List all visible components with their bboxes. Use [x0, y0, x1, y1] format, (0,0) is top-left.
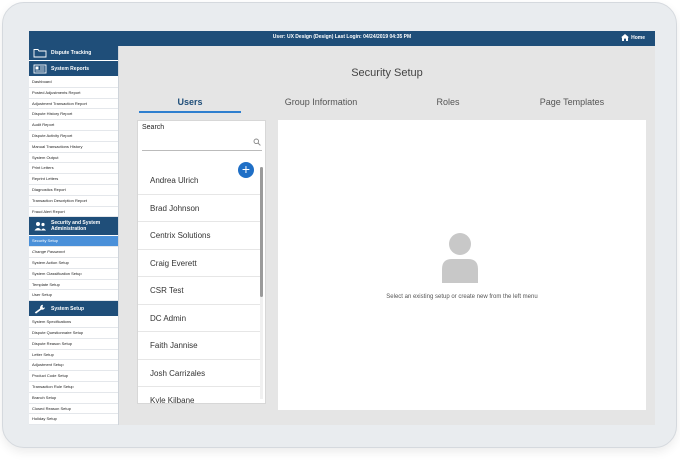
sidebar-item-system-classification-setup[interactable]: System Classification Setup [29, 269, 118, 280]
sidebar: Dispute Tracking System Reports Dashboar… [29, 46, 119, 425]
section-title: Security and System Administration [51, 220, 101, 233]
sidebar-item-posted-adjustments-report[interactable]: Posted Adjustments Report [29, 88, 118, 99]
sidebar-item-adjustment-transaction-report[interactable]: Adjustment Transaction Report [29, 99, 118, 110]
list-item[interactable]: Craig Everett [138, 250, 261, 277]
list-item[interactable]: Josh Carrizales [138, 360, 261, 387]
home-link[interactable]: Home [621, 34, 645, 41]
users-icon [33, 221, 47, 231]
sidebar-item-reprint-letters[interactable]: Reprint Letters [29, 174, 118, 185]
add-user-button[interactable]: + [238, 162, 254, 178]
sidebar-item-fraud-alert-report[interactable]: Fraud Alert Report [29, 207, 118, 218]
list-item[interactable]: CSR Test [138, 277, 261, 305]
sidebar-section-security-admin[interactable]: Security and System Administration [29, 217, 118, 237]
empty-state-message: Select an existing setup or create new f… [386, 294, 538, 300]
sidebar-item-letter-setup[interactable]: Letter Setup [29, 350, 118, 361]
sidebar-item-transaction-description-report[interactable]: Transaction Description Report [29, 196, 118, 207]
sidebar-item-template-setup[interactable]: Template Setup [29, 280, 118, 291]
main-content: Security Setup Users Group Information R… [119, 46, 655, 425]
search-input[interactable] [142, 135, 262, 151]
sidebar-item-user-setup[interactable]: User Setup [29, 290, 118, 302]
sidebar-item-system-action-setup[interactable]: System Action Setup [29, 258, 118, 269]
list-item[interactable]: Kyle Kilbane [138, 387, 261, 403]
tab-users[interactable]: Users [139, 97, 241, 113]
user-list-panel: Search Andrea Ulrich Brad Johnson Centri… [137, 120, 266, 404]
sidebar-item-branch-setup[interactable]: Branch Setup [29, 393, 118, 404]
home-label: Home [631, 34, 645, 41]
tab-group-information[interactable]: Group Information [270, 97, 372, 113]
section-title: System Reports [51, 65, 90, 72]
sidebar-item-change-password[interactable]: Change Password [29, 247, 118, 258]
report-icon [33, 64, 47, 74]
section-title: System Setup [51, 305, 85, 312]
sidebar-item-dispute-questionnaire-setup[interactable]: Dispute Questionnaire Setup [29, 328, 118, 339]
sidebar-section-system-reports[interactable]: System Reports [29, 61, 118, 77]
tab-page-templates[interactable]: Page Templates [521, 97, 623, 113]
sidebar-item-system-specifications[interactable]: System Specifications [29, 317, 118, 328]
tab-bar: Users Group Information Roles Page Templ… [139, 97, 635, 113]
search-icon[interactable] [253, 138, 261, 146]
sidebar-item-dispute-activity-report[interactable]: Dispute Activity Report [29, 131, 118, 142]
device-frame: User: UX Design (Design) Last Login: 04/… [2, 2, 677, 448]
sidebar-item-closed-reason-setup[interactable]: Closed Reason Setup [29, 404, 118, 415]
wrench-icon [33, 304, 47, 314]
sidebar-item-diagnostics-report[interactable]: Diagnostics Report [29, 185, 118, 196]
user-list: Andrea Ulrich Brad Johnson Centrix Solut… [138, 167, 261, 403]
scroll-thumb[interactable] [260, 167, 263, 297]
tab-roles[interactable]: Roles [397, 97, 499, 113]
list-item[interactable]: Centrix Solutions [138, 222, 261, 250]
search-label: Search [142, 124, 165, 131]
list-scrollbar[interactable] [260, 167, 263, 399]
sidebar-item-holiday-setup[interactable]: Holiday Setup [29, 414, 118, 425]
sidebar-section-dispute-tracking[interactable]: Dispute Tracking [29, 46, 118, 61]
top-bar: User: UX Design (Design) Last Login: 04/… [29, 31, 655, 46]
section-title: Dispute Tracking [51, 50, 92, 56]
sidebar-item-security-setup[interactable]: Security Setup [29, 236, 118, 248]
sidebar-item-product-code-setup[interactable]: Product Code Setup [29, 371, 118, 382]
app-screen: User: UX Design (Design) Last Login: 04/… [29, 31, 655, 425]
page-title: Security Setup [351, 67, 423, 79]
user-login-info: User: UX Design (Design) Last Login: 04/… [272, 34, 412, 40]
person-icon [442, 233, 478, 283]
list-item[interactable]: Brad Johnson [138, 195, 261, 222]
list-item[interactable]: DC Admin [138, 305, 261, 332]
list-item[interactable]: Faith Jannise [138, 332, 261, 360]
sidebar-item-manual-transactions-history[interactable]: Manual Transactions History [29, 142, 118, 153]
sidebar-item-adjustment-setup[interactable]: Adjustment Setup [29, 360, 118, 372]
sidebar-item-print-letters[interactable]: Print Letters [29, 163, 118, 175]
sidebar-item-dashboard[interactable]: Dashboard [29, 77, 118, 88]
sidebar-section-system-setup[interactable]: System Setup [29, 301, 118, 318]
sidebar-item-system-output[interactable]: System Output [29, 153, 118, 164]
detail-panel: Select an existing setup or create new f… [278, 120, 646, 410]
home-icon [621, 34, 630, 41]
sidebar-item-dispute-history-report[interactable]: Dispute History Report [29, 109, 118, 121]
sidebar-item-transaction-rule-setup[interactable]: Transaction Rule Setup [29, 382, 118, 393]
folder-icon [33, 48, 47, 58]
sidebar-item-audit-report[interactable]: Audit Report [29, 120, 118, 131]
sidebar-item-dispute-reason-setup[interactable]: Dispute Reason Setup [29, 339, 118, 350]
